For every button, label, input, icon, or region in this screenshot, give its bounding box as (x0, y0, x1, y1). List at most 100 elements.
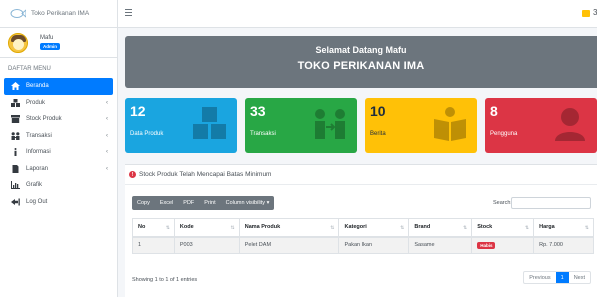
stat-label: Transaksi (250, 131, 276, 137)
exclamation-circle-icon: ! (129, 171, 136, 178)
sort-icon: ⇅ (165, 225, 170, 231)
stock-status-badge: Habis (477, 241, 496, 249)
sidebar-item-stock-produk[interactable]: Stock Produk ‹ (0, 111, 117, 128)
export-toolbar: Copy Excel PDF Print Column visibility ▾ (132, 196, 275, 210)
column-header-kategori[interactable]: Kategori ⇅ (338, 218, 409, 238)
cell-no: 1 (132, 236, 175, 254)
store-name: TOKO PERIKANAN IMA (297, 60, 425, 72)
chevron-left-icon: ‹ (106, 132, 108, 139)
cell-nama-produk: Pelet DAM (238, 236, 339, 254)
file-icon (11, 164, 20, 173)
chevron-left-icon: ‹ (106, 116, 108, 123)
sort-icon: ⇅ (584, 225, 589, 231)
sidebar-item-transaksi[interactable]: Transaksi ‹ (0, 128, 117, 145)
chevron-left-icon: ‹ (106, 149, 108, 156)
logout-icon (11, 198, 20, 206)
sidebar-item-laporan[interactable]: Laporan ‹ (0, 161, 117, 178)
brand-text: Toko Perikanan IMA (31, 10, 90, 17)
sidebar-item-informasi[interactable]: Informasi ‹ (0, 144, 117, 161)
copy-button[interactable]: Copy (132, 196, 155, 210)
sidebar-item-label: Laporan (26, 165, 49, 172)
cell-stock: Habis (471, 236, 534, 254)
column-header-no[interactable]: No ⇅ (132, 218, 175, 238)
sort-icon: ⇅ (463, 225, 468, 231)
stat-box-berita[interactable]: 10 Berita (365, 98, 477, 153)
card-title: Stock Produk Telah Mencapai Batas Minimu… (139, 171, 272, 178)
sidebar-item-grafik[interactable]: Grafik (0, 177, 117, 194)
sidebar-item-label: Produk (26, 99, 46, 106)
archive-icon (11, 115, 20, 124)
search-input[interactable] (511, 197, 591, 209)
sidebar-item-label: Grafik (26, 182, 43, 189)
sort-icon: ⇅ (230, 225, 235, 231)
fish-logo-icon (10, 9, 26, 18)
welcome-text: Selamat Datang Mafu (315, 45, 407, 55)
stat-number: 10 (370, 103, 386, 119)
sidebar-item-beranda[interactable]: Beranda (4, 78, 113, 95)
cell-kategori: Pakan Ikan (338, 236, 409, 254)
stat-label: Pengguna (490, 131, 518, 137)
column-header-brand[interactable]: Brand ⇅ (408, 218, 472, 238)
book-icon (434, 107, 466, 141)
avatar (8, 32, 28, 53)
stat-number: 12 (130, 103, 146, 119)
pdf-button[interactable]: PDF (178, 196, 199, 210)
exchange-icon (315, 109, 345, 139)
excel-button[interactable]: Excel (155, 196, 178, 210)
info-icon (11, 148, 20, 157)
low-stock-table: No ⇅ Kode ⇅ Nama Produk ⇅ Kategori ⇅ Brand ⇅ … (132, 218, 594, 254)
hamburger-icon[interactable] (125, 9, 132, 16)
cell-brand: Sasame (408, 236, 472, 254)
sidebar-item-produk[interactable]: Produk ‹ (0, 95, 117, 112)
brand-link[interactable]: Toko Perikanan IMA (0, 0, 117, 28)
table-info: Showing 1 to 1 of 1 entries (132, 277, 198, 283)
stat-label: Data Produk (130, 131, 164, 137)
pagination-previous[interactable]: Previous (524, 272, 555, 283)
stat-number: 8 (490, 103, 498, 119)
column-header-kode[interactable]: Kode ⇅ (173, 218, 240, 238)
boxes-icon (193, 107, 226, 139)
boxes-icon (11, 98, 20, 107)
sort-icon: ⇅ (330, 225, 335, 231)
app: Toko Perikanan IMA Mafu Admin DAFTAR MEN… (0, 0, 597, 297)
sidebar-item-label: Log Out (26, 198, 48, 205)
cell-harga: Rp. 7.000 (533, 236, 594, 254)
user-panel[interactable]: Mafu Admin (0, 28, 117, 58)
chevron-left-icon: ‹ (106, 99, 108, 106)
chevron-left-icon: ‹ (106, 165, 108, 172)
navbar-right-text[interactable]: 3 (593, 8, 597, 17)
pagination-page-1[interactable]: 1 (555, 272, 569, 283)
pagination-next[interactable]: Next (569, 272, 590, 283)
print-button[interactable]: Print (199, 196, 220, 210)
sidebar-item-log-out[interactable]: Log Out (0, 194, 117, 211)
table-header-row: No ⇅ Kode ⇅ Nama Produk ⇅ Kategori ⇅ Brand ⇅ … (132, 218, 594, 238)
cell-kode: P003 (173, 236, 240, 254)
top-navbar: 3 (118, 0, 597, 28)
role-badge: Admin (40, 43, 60, 50)
stat-number: 33 (250, 103, 266, 119)
stat-box-transaksi[interactable]: 33 Transaksi (245, 98, 357, 153)
stat-box-data-produk[interactable]: 12 Data Produk (125, 98, 237, 153)
low-stock-card: ! Stock Produk Telah Mencapai Batas Mini… (125, 164, 597, 297)
column-header-nama-produk[interactable]: Nama Produk ⇅ (238, 218, 339, 238)
search-label: Search: (493, 200, 512, 206)
user-name: Mafu (40, 35, 54, 41)
pagination: Previous 1 Next (523, 271, 591, 284)
stat-label: Berita (370, 131, 386, 137)
welcome-banner: Selamat Datang Mafu TOKO PERIKANAN IMA (125, 36, 597, 88)
table-row: 1 P003 Pelet DAM Pakan Ikan Sasame Habis… (132, 236, 594, 254)
stat-box-pengguna[interactable]: 8 Pengguna (485, 98, 597, 153)
column-header-harga[interactable]: Harga ⇅ (533, 218, 594, 238)
people-icon (11, 131, 20, 140)
menu-header: DAFTAR MENU (8, 66, 51, 72)
column-visibility-button[interactable]: Column visibility ▾ (221, 196, 275, 210)
sidebar-item-label: Transaksi (26, 132, 52, 139)
chart-icon (11, 181, 20, 190)
notification-icon[interactable] (582, 10, 590, 17)
sidebar: Toko Perikanan IMA Mafu Admin DAFTAR MEN… (0, 0, 118, 297)
user-icon (555, 108, 585, 141)
sidebar-item-label: Informasi (26, 149, 51, 156)
sort-icon: ⇅ (400, 225, 405, 231)
column-header-stock[interactable]: Stock ⇅ (471, 218, 534, 238)
card-header: ! Stock Produk Telah Mencapai Batas Mini… (125, 165, 597, 185)
